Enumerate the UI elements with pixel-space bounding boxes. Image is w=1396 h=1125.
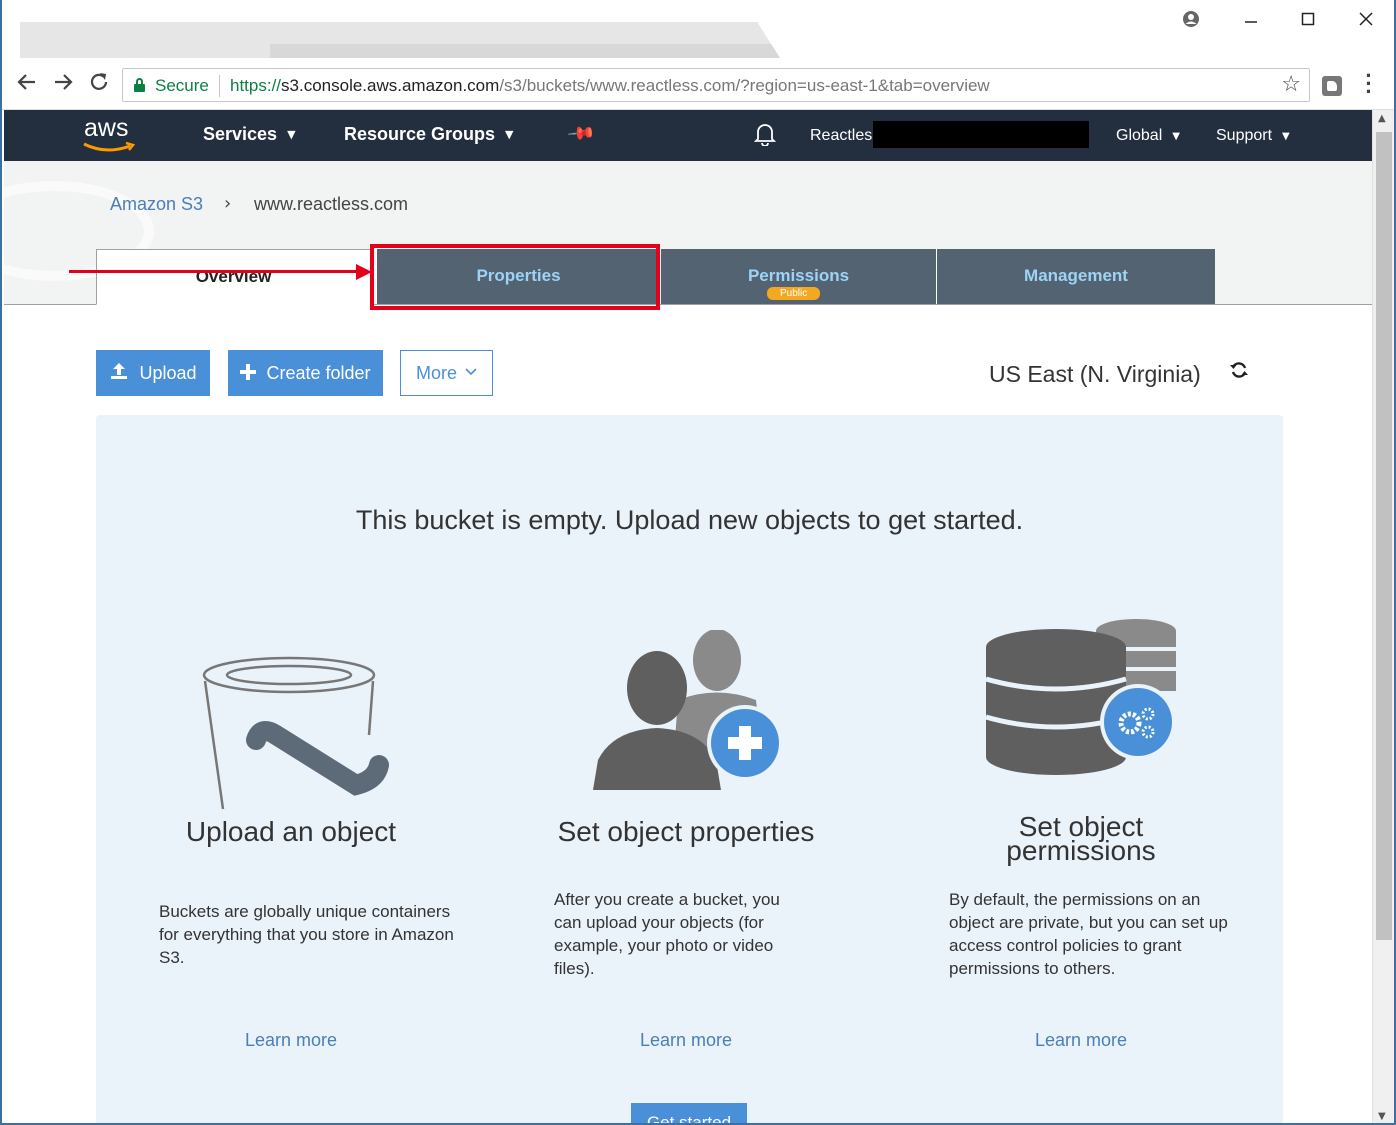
feature-title: Set object permissions bbox=[891, 813, 1271, 866]
region-label: Global bbox=[1116, 127, 1163, 144]
menu-icon[interactable]: · · · bbox=[1364, 65, 1374, 103]
s3-page: Amazon S3 › www.reactless.com Overview P… bbox=[4, 161, 1372, 1123]
tab-management[interactable]: Management bbox=[936, 249, 1215, 304]
annotation-highlight-box bbox=[370, 244, 660, 310]
aws-logo[interactable]: aws bbox=[82, 114, 138, 157]
empty-state-panel: This bucket is empty. Upload new objects… bbox=[96, 415, 1283, 1123]
feature-description: Buckets are globally unique containers f… bbox=[159, 902, 454, 967]
plus-icon bbox=[240, 361, 257, 385]
chevron-down-icon: ▼ bbox=[287, 128, 296, 141]
account-icon[interactable] bbox=[1179, 10, 1203, 33]
aws-logo-text: aws bbox=[84, 114, 129, 142]
public-badge: Public bbox=[767, 287, 821, 300]
aws-navbar: aws Services ▼ Resource Groups ▼ 📌 Reactle… bbox=[4, 110, 1372, 161]
breadcrumb-current: www.reactless.com bbox=[254, 194, 409, 214]
services-label: Services bbox=[203, 124, 278, 144]
chevron-down-icon bbox=[465, 367, 477, 379]
forward-arrow-icon[interactable] bbox=[50, 71, 76, 97]
title-bar bbox=[2, 0, 1394, 60]
breadcrumb-root[interactable]: Amazon S3 bbox=[110, 194, 203, 215]
tab-overview[interactable]: Overview bbox=[96, 249, 371, 305]
url-protocol: https:// bbox=[230, 76, 282, 95]
reload-icon[interactable] bbox=[86, 71, 112, 97]
minimize-icon[interactable] bbox=[1239, 10, 1263, 33]
extension-icon[interactable] bbox=[1322, 76, 1342, 96]
account-menu[interactable]: Reactles bbox=[810, 127, 872, 145]
more-dropdown[interactable]: More bbox=[400, 350, 493, 396]
learn-more-link[interactable]: Learn more bbox=[101, 1030, 481, 1051]
breadcrumb-separator-icon: › bbox=[224, 193, 232, 214]
bell-icon[interactable] bbox=[753, 122, 777, 151]
browser-toolbar: Secure https://s3.console.aws.amazon.com… bbox=[2, 60, 1394, 110]
chevron-down-icon: ▼ bbox=[505, 128, 514, 141]
refresh-icon[interactable] bbox=[1229, 360, 1249, 386]
feature-description: After you create a bucket, you can uploa… bbox=[554, 890, 780, 978]
browser-window: Secure https://s3.console.aws.amazon.com… bbox=[0, 0, 1396, 1125]
scroll-down-icon[interactable]: ▼ bbox=[1378, 1111, 1386, 1122]
redacted-block bbox=[873, 121, 1089, 148]
learn-more-link[interactable]: Learn more bbox=[496, 1030, 876, 1051]
resource-groups-label: Resource Groups bbox=[344, 124, 496, 144]
upload-icon bbox=[109, 361, 129, 386]
pin-icon[interactable]: 📌 bbox=[566, 118, 597, 148]
lock-icon bbox=[134, 78, 145, 92]
chevron-down-icon: ▼ bbox=[1172, 131, 1180, 142]
users-add-icon bbox=[593, 630, 783, 790]
feature-title: Upload an object bbox=[185, 816, 397, 847]
divider bbox=[219, 75, 220, 97]
annotation-arrow bbox=[69, 270, 359, 273]
close-icon[interactable] bbox=[1354, 10, 1378, 33]
region-menu[interactable]: Global ▼ bbox=[1116, 127, 1180, 145]
more-label: More bbox=[415, 362, 457, 383]
feature-description: By default, the permissions on an object… bbox=[949, 890, 1228, 978]
chevron-down-icon: ▼ bbox=[1282, 131, 1290, 142]
scrollbar-thumb[interactable] bbox=[1376, 132, 1392, 940]
star-icon[interactable]: ☆ bbox=[1281, 72, 1301, 97]
learn-more-link[interactable]: Learn more bbox=[891, 1030, 1271, 1051]
scroll-up-icon[interactable]: ▲ bbox=[1378, 113, 1386, 124]
aws-smile-icon bbox=[83, 141, 136, 152]
create-folder-label: Create folder bbox=[266, 362, 371, 383]
bucket-icon bbox=[202, 656, 389, 810]
bucket-region: US East (N. Virginia) bbox=[989, 361, 1201, 387]
url-host: s3.console.aws.amazon.com bbox=[281, 76, 500, 95]
tab-permissions[interactable]: Permissions Public bbox=[660, 249, 936, 304]
create-folder-button[interactable]: Create folder bbox=[228, 350, 383, 396]
get-started-button[interactable]: Get started bbox=[631, 1103, 747, 1123]
secure-label: Secure bbox=[155, 76, 209, 95]
upload-button[interactable]: Upload bbox=[96, 350, 210, 396]
vertical-scrollbar[interactable]: ▲ ▼ bbox=[1372, 110, 1394, 1123]
support-menu[interactable]: Support ▼ bbox=[1216, 127, 1290, 145]
services-menu[interactable]: Services ▼ bbox=[203, 124, 296, 145]
upload-label: Upload bbox=[139, 362, 197, 383]
address-bar[interactable]: Secure https://s3.console.aws.amazon.com… bbox=[122, 68, 1310, 102]
feature-title-line2: permissions bbox=[1006, 835, 1156, 866]
empty-message: This bucket is empty. Upload new objects… bbox=[355, 505, 1024, 535]
maximize-icon[interactable] bbox=[1296, 10, 1320, 33]
database-settings-icon bbox=[986, 619, 1176, 775]
url-text[interactable]: https://s3.console.aws.amazon.com/s3/buc… bbox=[230, 76, 990, 96]
url-path: /s3/buckets/www.reactless.com/?region=us… bbox=[499, 76, 990, 95]
tab-permissions-label: Permissions bbox=[747, 266, 850, 285]
resource-groups-menu[interactable]: Resource Groups ▼ bbox=[344, 124, 514, 145]
browser-tab[interactable] bbox=[20, 22, 780, 58]
back-arrow-icon[interactable] bbox=[14, 71, 40, 97]
feature-title: Set object properties bbox=[557, 816, 815, 847]
support-label: Support bbox=[1216, 127, 1273, 144]
